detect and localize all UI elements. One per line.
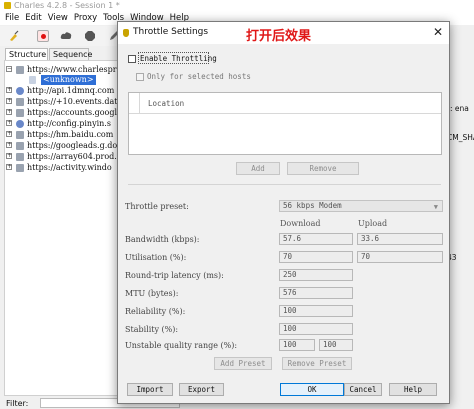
tree-expand-icon[interactable]: + (6, 120, 12, 126)
menu-file[interactable]: File (0, 12, 22, 25)
menu-proxy[interactable]: Proxy (71, 12, 100, 25)
throttle-preset-value: 56 kbps Modem (283, 201, 342, 210)
filter-label: Filter: (6, 399, 29, 408)
main-toolbar (0, 26, 120, 46)
throttle-preset-select[interactable]: 56 kbps Modem ▼ (279, 200, 443, 212)
throttle-settings-dialog: Throttle Settings 打开后效果 ✕ Enable Throttl… (117, 21, 450, 404)
export-button[interactable]: Export (179, 383, 224, 396)
bandwidth-upload-field[interactable]: 33.6 (357, 233, 443, 245)
dialog-title: Throttle Settings (133, 27, 209, 37)
host-label: http://api.1dmnq.com (27, 86, 115, 95)
tree-expand-icon[interactable]: + (6, 98, 12, 104)
bandwidth-download-field[interactable]: 57.6 (279, 233, 353, 245)
bandwidth-label: Bandwidth (kbps): (125, 235, 200, 244)
structure-tree: − https://www.charlespro <unknown> + htt… (4, 60, 118, 396)
unstable-range-max-field[interactable]: 100 (319, 339, 353, 351)
document-icon (29, 76, 36, 84)
lock-icon (16, 153, 24, 161)
overview-text: t: ena (447, 104, 469, 113)
cancel-button[interactable]: Cancel (344, 383, 382, 396)
dialog-titlebar: Throttle Settings 打开后效果 ✕ (118, 22, 449, 44)
latency-field[interactable]: 250 (279, 269, 353, 281)
reliability-field[interactable]: 100 (279, 305, 353, 317)
charles-app-icon (4, 2, 11, 9)
broom-icon[interactable] (8, 30, 20, 42)
tab-sequence[interactable]: Sequence (49, 48, 92, 60)
lock-icon (16, 164, 24, 172)
ok-button[interactable]: OK (280, 383, 344, 396)
lock-icon (16, 66, 24, 74)
enable-throttling-label[interactable]: Enable Throttling (140, 54, 217, 63)
add-location-button[interactable]: Add (236, 162, 280, 175)
utilisation-label: Utilisation (%): (125, 253, 187, 262)
location-column-header: Location (148, 99, 185, 108)
record-button[interactable] (37, 30, 49, 42)
utilisation-download-field[interactable]: 70 (279, 251, 353, 263)
tree-collapse-icon[interactable]: − (6, 66, 12, 72)
host-label: https://array604.prod. (27, 152, 117, 161)
help-button[interactable]: Help (389, 383, 437, 396)
tree-expand-icon[interactable]: + (6, 109, 12, 115)
close-icon[interactable]: ✕ (433, 26, 443, 38)
section-divider (128, 184, 441, 185)
lock-icon (16, 98, 24, 106)
main-window-title: Charles 4.2.8 - Session 1 * (14, 1, 120, 10)
host-label: https://googleads.g.do (27, 141, 118, 150)
import-button[interactable]: Import (127, 383, 173, 396)
download-column-header: Download (280, 219, 321, 228)
lock-icon (16, 142, 24, 150)
throttle-preset-label: Throttle preset: (125, 202, 189, 211)
charles-jug-icon (123, 29, 129, 37)
menu-view[interactable]: View (45, 12, 71, 25)
breakpoint-stop-icon[interactable] (84, 30, 96, 42)
host-label: https://+10.events.dat (27, 97, 118, 106)
tree-expand-icon[interactable]: + (6, 131, 12, 137)
locations-table-header: Location (129, 93, 441, 114)
stability-field[interactable]: 100 (279, 323, 353, 335)
tree-expand-icon[interactable]: + (6, 164, 12, 170)
stability-label: Stability (%): (125, 325, 179, 334)
unstable-range-min-field[interactable]: 100 (279, 339, 315, 351)
unknown-node-label: <unknown> (41, 75, 96, 85)
overview-text: CM_SHA (447, 133, 474, 142)
host-label: https://accounts.googl (27, 108, 118, 117)
tab-structure[interactable]: Structure (5, 48, 48, 60)
remove-preset-button[interactable]: Remove Preset (282, 357, 352, 370)
tree-expand-icon[interactable]: + (6, 87, 12, 93)
tree-expand-icon[interactable]: + (6, 142, 12, 148)
remove-location-button[interactable]: Remove (287, 162, 359, 175)
locations-table[interactable]: Location (128, 92, 442, 155)
column-divider (139, 93, 140, 113)
enable-throttling-checkbox[interactable] (128, 55, 136, 63)
mtu-label: MTU (bytes): (125, 289, 179, 298)
utilisation-upload-field[interactable]: 70 (357, 251, 443, 263)
main-window-titlebar: Charles 4.2.8 - Session 1 * (0, 0, 474, 12)
annotation-text: 打开后效果 (246, 29, 312, 44)
mtu-field[interactable]: 576 (279, 287, 353, 299)
reliability-label: Reliability (%): (125, 307, 186, 316)
globe-icon (16, 120, 24, 128)
host-label: https://hm.baidu.com (27, 130, 114, 139)
lock-icon (16, 109, 24, 117)
unstable-range-label: Unstable quality range (%): (125, 341, 238, 350)
upload-column-header: Upload (358, 219, 388, 228)
view-tabs: Structure Sequence (0, 48, 120, 60)
menu-edit[interactable]: Edit (22, 12, 44, 25)
host-label: http://config.pinyin.s (27, 119, 111, 128)
globe-icon (16, 87, 24, 95)
tree-expand-icon[interactable]: + (6, 153, 12, 159)
host-label: https://activity.windo (27, 163, 112, 172)
host-label: https://www.charlespro (27, 65, 118, 74)
add-preset-button[interactable]: Add Preset (214, 357, 272, 370)
only-selected-hosts-checkbox[interactable] (136, 73, 144, 81)
chevron-down-icon: ▼ (433, 203, 438, 211)
latency-label: Round-trip latency (ms): (125, 271, 224, 280)
lock-icon (16, 131, 24, 139)
only-selected-hosts-label[interactable]: Only for selected hosts (147, 72, 251, 81)
throttle-cloud-icon[interactable] (60, 30, 72, 42)
